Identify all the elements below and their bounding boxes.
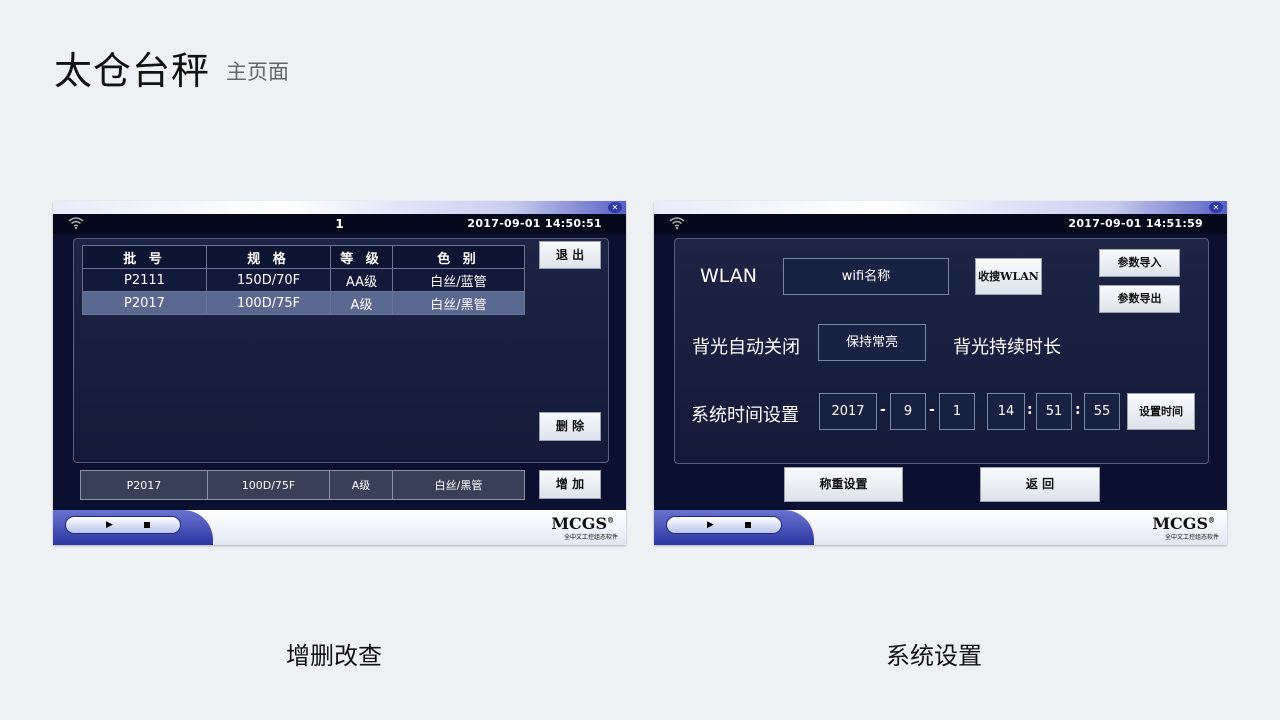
second-field[interactable]: 55 [1084, 393, 1120, 430]
backlight-mode-field[interactable]: 保持常亮 [818, 324, 926, 361]
date-separator: - [880, 402, 886, 418]
scale-settings-button[interactable]: 称重设置 [784, 467, 903, 502]
year-field[interactable]: 2017 [819, 393, 877, 430]
delete-button[interactable]: 删 除 [539, 412, 601, 441]
export-params-button[interactable]: 参数导出 [1099, 285, 1180, 313]
footer-bar: ▶ MCGS® 全中文工控组态软件 [654, 510, 1227, 545]
col-header-color: 色 别 [392, 245, 525, 269]
time-separator: : [1075, 402, 1081, 418]
mcgs-logo-subtitle: 全中文工控组态软件 [1164, 534, 1219, 541]
table-header-row: 批 号 规 格 等 级 色 别 [82, 245, 525, 269]
footer-bar: ▶ MCGS® 全中文工控组态软件 [53, 510, 626, 545]
cell-spec: 100D/75F [206, 291, 331, 315]
back-button[interactable]: 返 回 [980, 467, 1100, 502]
mcgs-logo: MCGS® [551, 514, 614, 533]
play-icon[interactable]: ▶ [707, 520, 714, 530]
search-wlan-button[interactable]: 收搜WLAN [975, 258, 1042, 295]
import-params-button[interactable]: 参数导入 [1099, 249, 1180, 277]
stop-icon[interactable] [745, 522, 751, 528]
batch-table: 批 号 规 格 等 级 色 别 P2111 150D/70F AA级 白丝/蓝管… [82, 245, 525, 315]
cell-grade: AA级 [330, 268, 393, 292]
cell-spec: 150D/70F [206, 268, 331, 292]
entry-batch-field[interactable]: P2017 [81, 471, 208, 499]
add-button[interactable]: 增 加 [539, 470, 601, 499]
status-bar: 2017-09-01 14:51:59 [654, 214, 1227, 234]
close-icon[interactable]: ✕ [608, 202, 622, 213]
time-separator: : [1027, 402, 1033, 418]
cell-color: 白丝/蓝管 [392, 268, 525, 292]
entry-grade-field[interactable]: A级 [330, 471, 393, 499]
exit-button[interactable]: 退 出 [539, 241, 601, 269]
close-icon[interactable]: ✕ [1209, 202, 1223, 213]
minute-field[interactable]: 51 [1036, 393, 1072, 430]
mcgs-logo: MCGS® [1152, 514, 1215, 533]
playback-pill: ▶ [666, 516, 782, 534]
playback-pill: ▶ [65, 516, 181, 534]
play-icon[interactable]: ▶ [106, 520, 113, 530]
entry-row: P2017 100D/75F A级 白丝/黑管 [80, 470, 525, 500]
cell-color: 白丝/黑管 [392, 291, 525, 315]
wifi-icon [669, 217, 685, 230]
entry-color-field[interactable]: 白丝/黑管 [393, 471, 524, 499]
wlan-label: WLAN [700, 265, 758, 287]
page-title: 太仓台秤 [54, 49, 211, 93]
footer-controls: ▶ [53, 510, 213, 545]
wifi-name-field[interactable]: wifi名称 [783, 258, 949, 295]
status-time: 2017-09-01 14:51:59 [1068, 217, 1203, 230]
stop-icon[interactable] [144, 522, 150, 528]
table-row[interactable]: P2111 150D/70F AA级 白丝/蓝管 [82, 268, 525, 292]
crud-screen: ✕ 1 2017-09-01 14:50:51 批 号 规 格 等 级 色 别 … [53, 201, 626, 545]
time-setting-label: 系统时间设置 [691, 405, 799, 426]
table-row-selected[interactable]: P2017 100D/75F A级 白丝/黑管 [82, 291, 525, 315]
col-header-batch: 批 号 [82, 245, 207, 269]
backlight-label: 背光自动关闭 [692, 337, 800, 358]
settings-screen: ✕ 2017-09-01 14:51:59 WLAN wifi名称 收搜WLAN… [654, 201, 1227, 545]
col-header-grade: 等 级 [330, 245, 393, 269]
backlight-duration-label: 背光持续时长 [953, 337, 1061, 358]
caption-settings: 系统设置 [886, 642, 982, 670]
mcgs-logo-subtitle: 全中文工控组态软件 [563, 534, 618, 541]
cell-grade: A级 [330, 291, 393, 315]
page-subtitle: 主页面 [226, 60, 289, 84]
entry-spec-field[interactable]: 100D/75F [208, 471, 330, 499]
caption-crud: 增删改查 [286, 642, 382, 670]
window-top-strip: ✕ [53, 201, 626, 214]
date-separator: - [929, 402, 935, 418]
cell-batch: P2111 [82, 268, 207, 292]
window-top-strip: ✕ [654, 201, 1227, 214]
cell-batch: P2017 [82, 291, 207, 315]
month-field[interactable]: 9 [890, 393, 926, 430]
footer-controls: ▶ [654, 510, 814, 545]
set-time-button[interactable]: 设置时间 [1127, 393, 1195, 430]
day-field[interactable]: 1 [939, 393, 975, 430]
status-bar: 1 2017-09-01 14:50:51 [53, 214, 626, 234]
status-time: 2017-09-01 14:50:51 [467, 217, 602, 230]
hour-field[interactable]: 14 [987, 393, 1025, 430]
col-header-spec: 规 格 [206, 245, 331, 269]
